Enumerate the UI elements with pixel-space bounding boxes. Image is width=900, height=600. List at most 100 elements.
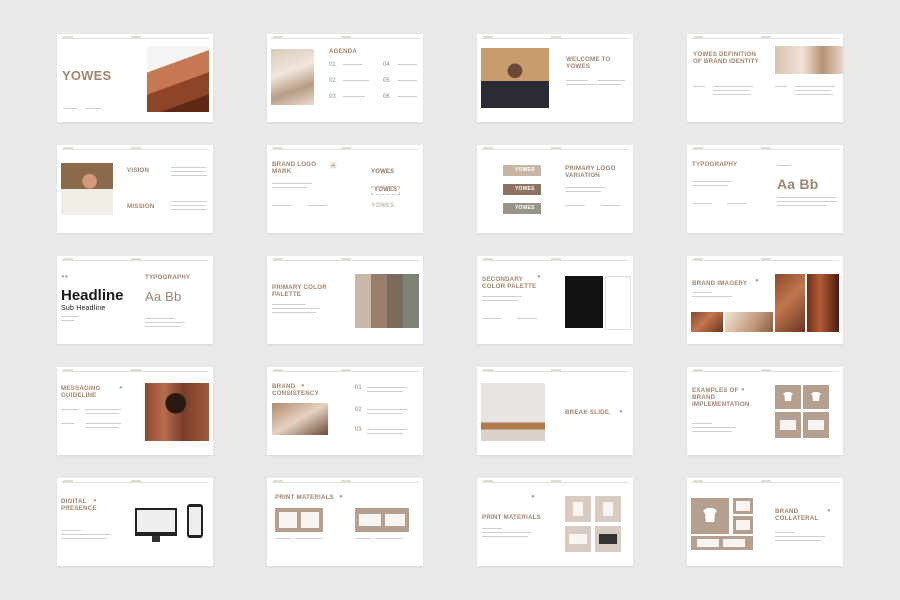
imagery-photo — [775, 274, 805, 332]
typography2-title: TYPOGRAPHY — [145, 274, 191, 281]
agenda-num: 04 — [383, 62, 390, 68]
dot-icon: ● — [741, 387, 745, 393]
headline-sample: Headline — [61, 287, 124, 304]
font-sample: Aa Bb — [777, 176, 819, 192]
slide-vision-mission[interactable]: VISION MISSION — [57, 145, 213, 233]
logo-variant: YOWES — [371, 203, 395, 209]
typography-title: TYPOGRAPHY — [692, 161, 738, 168]
card-mockup — [595, 526, 621, 552]
slide-agenda[interactable]: AGENDA 01 02 03 04 05 06 — [267, 34, 423, 122]
collateral-mockup — [691, 536, 753, 550]
man-photo — [61, 163, 113, 215]
color-swatch — [387, 274, 403, 328]
badge-mockup — [595, 496, 621, 522]
font-sample-2: Aa Bb — [145, 289, 182, 304]
slide-print-materials-2[interactable]: ● PRINT MATERIALS — [477, 478, 633, 566]
imagery-title: BRAND IMAGERY — [692, 280, 748, 287]
dot-icon: ● — [827, 508, 831, 514]
color-swatch — [403, 274, 419, 328]
card-mockup — [565, 526, 591, 552]
imagery-photo — [807, 274, 839, 332]
print-mockup — [275, 508, 323, 532]
slide-typography-1[interactable]: TYPOGRAPHY Aa Bb — [687, 145, 843, 233]
slide-brand-implementation[interactable]: EXAMPLES OF BRAND IMPLEMENTATION ● — [687, 367, 843, 455]
logomark-title: BRAND LOGO MARK — [272, 161, 317, 175]
slide-typography-2[interactable]: ●● Headline Sub Headline TYPOGRAPHY Aa B… — [57, 256, 213, 344]
imagery-photo — [725, 312, 773, 332]
slide-brand-identity[interactable]: YOWES DEFINITION OF BRAND IDENTITY — [687, 34, 843, 122]
badge-mockup — [565, 496, 591, 522]
dot-icon: ● — [119, 385, 123, 391]
color-swatch — [355, 274, 371, 328]
consistency-title: BRAND CONSISTENCY — [272, 383, 319, 397]
cover-title: YOWES — [62, 68, 112, 83]
dot-icon: ● — [537, 274, 541, 280]
agenda-title: AGENDA — [329, 48, 358, 55]
dot-icon: ● — [301, 383, 305, 389]
black-swatch — [565, 276, 603, 328]
building-photo — [147, 46, 209, 112]
mockup-tile — [803, 412, 829, 438]
logo-light-tile: YOWES — [503, 165, 541, 176]
slide-brand-imagery[interactable]: BRAND IMAGERY ● — [687, 256, 843, 344]
person-photo — [481, 48, 549, 108]
subheadline-sample: Sub Headline — [61, 305, 106, 312]
print2-title: PRINT MATERIALS — [482, 514, 541, 521]
slide-secondary-palette[interactable]: SECONDARY COLOR PALETTE ● — [477, 256, 633, 344]
secondary-palette-title: SECONDARY COLOR PALETTE — [482, 276, 537, 290]
slide-brand-collateral[interactable]: BRAND COLLATERAL ● — [687, 478, 843, 566]
white-swatch — [605, 276, 631, 330]
monitor-mockup — [135, 508, 177, 536]
slide-break[interactable]: BREAK SLIDE. ● — [477, 367, 633, 455]
slide-messaging[interactable]: MESSAGING GUIDELINE ● — [57, 367, 213, 455]
monitor-stand — [152, 536, 160, 542]
slide-brand-consistency[interactable]: BRAND CONSISTENCY ● 01 02 03 — [267, 367, 423, 455]
print1-title: PRINT MATERIALS — [275, 494, 334, 501]
slide-logo-mark[interactable]: BRAND LOGO MARK ✳ YOWES YOWES YOWES — [267, 145, 423, 233]
identity-title: YOWES DEFINITION OF BRAND IDENTITY — [693, 51, 759, 65]
dot-icon: ● — [339, 494, 343, 500]
logo-variant: YOWES — [371, 186, 401, 195]
mission-label: MISSION — [127, 203, 155, 210]
print-mockup — [355, 508, 409, 532]
logovariation-title: PRIMARY LOGO VARIATION — [565, 165, 616, 179]
vase-photo — [481, 383, 545, 441]
agenda-num: 03 — [329, 94, 336, 100]
imagery-photo — [691, 312, 723, 332]
collateral-mockup — [733, 516, 753, 534]
agenda-num: 06 — [383, 94, 390, 100]
slide-primary-palette[interactable]: PRIMARY COLOR PALETTE — [267, 256, 423, 344]
slide-welcome[interactable]: WELCOME TO YOWES — [477, 34, 633, 122]
dot-icon: ● — [93, 498, 97, 504]
logo-dark-tile: YOWES — [503, 184, 541, 195]
break-title: BREAK SLIDE. — [565, 409, 612, 416]
collateral-mockup — [733, 498, 753, 514]
step-num: 03 — [355, 427, 362, 433]
fabric-photo — [271, 49, 314, 105]
slide-cover[interactable]: YOWES — [57, 34, 213, 122]
slide-logo-variation[interactable]: YOWES YOWES YOWES PRIMARY LOGO VARIATION — [477, 145, 633, 233]
slide-digital-presence[interactable]: DIGITAL PRESENCE ● — [57, 478, 213, 566]
vision-label: VISION — [127, 167, 150, 174]
collateral-mockup — [691, 498, 729, 534]
agenda-num: 02 — [329, 78, 336, 84]
dot-icon: ● — [531, 494, 535, 500]
welcome-title: WELCOME TO YOWES — [566, 56, 611, 70]
hands-photo — [272, 403, 328, 435]
digital-title: DIGITAL PRESENCE — [61, 498, 97, 512]
logo-variant: YOWES — [371, 169, 395, 175]
team-photo — [775, 46, 843, 74]
mockup-tile — [803, 385, 829, 409]
primary-palette-title: PRIMARY COLOR PALETTE — [272, 284, 327, 298]
agenda-num: 05 — [383, 78, 390, 84]
slide-print-materials-1[interactable]: PRINT MATERIALS ● — [267, 478, 423, 566]
collateral-title: BRAND COLLATERAL — [775, 508, 819, 522]
step-num: 02 — [355, 407, 362, 413]
agenda-num: 01 — [329, 62, 336, 68]
asterisk-icon: ✳ — [329, 161, 338, 172]
dot-icon: ● — [619, 409, 623, 415]
phone-mockup — [187, 504, 203, 538]
step-num: 01 — [355, 385, 362, 391]
logo-gray-tile: YOWES — [503, 203, 541, 214]
dots-icon: ●● — [61, 274, 69, 280]
